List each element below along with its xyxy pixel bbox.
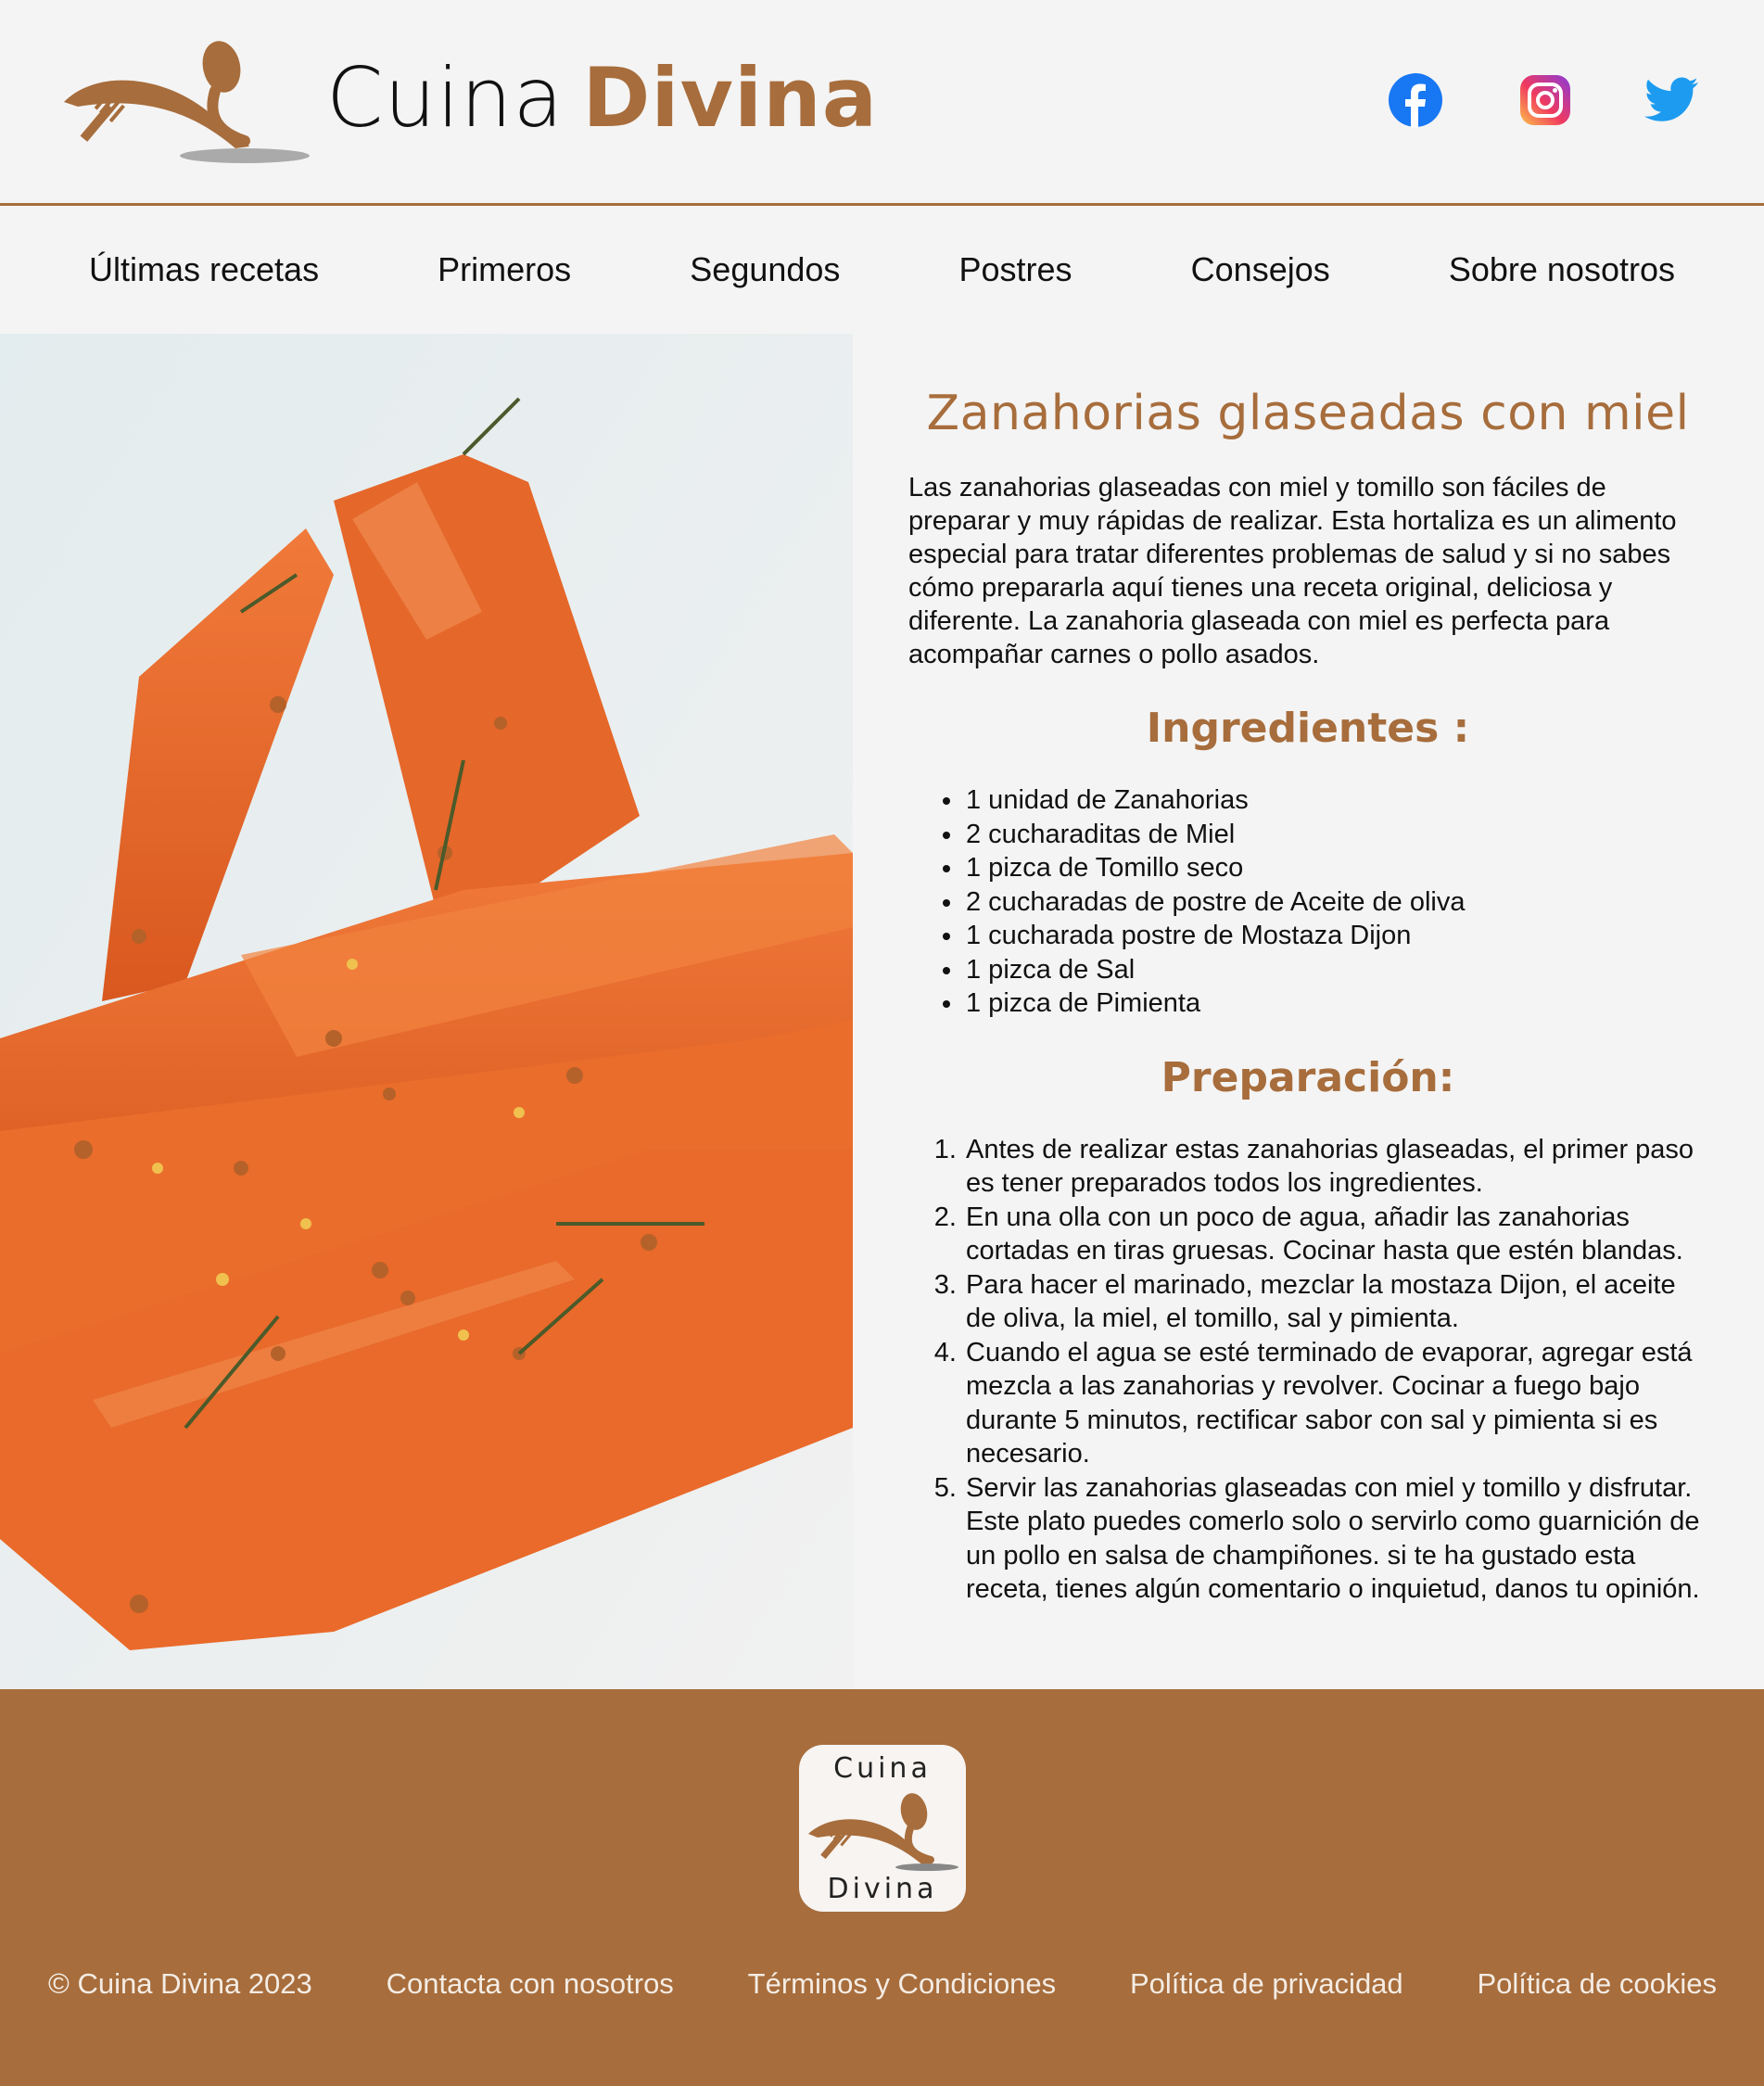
step-item: Para hacer el marinado, mezclar la mosta… — [964, 1268, 1707, 1336]
ingredients-heading: Ingredientes : — [1146, 705, 1470, 752]
ingredient-item: 2 cucharadas de postre de Aceite de oliv… — [964, 885, 1707, 920]
preparation-heading: Preparación: — [1161, 1053, 1455, 1101]
footer-links: © Cuina Divina 2023 Contacta con nosotro… — [48, 1967, 1717, 2001]
nav-item-segundos[interactable]: Segundos — [690, 250, 840, 289]
preparation-steps: Antes de realizar estas zanahorias glase… — [908, 1133, 1707, 1607]
instagram-icon[interactable] — [1517, 72, 1573, 128]
recipe-photo — [0, 334, 853, 1689]
recipe-section: Zanahorias glaseadas con miel Las zanaho… — [0, 334, 1764, 1689]
main-nav: Últimas recetas Primeros Segundos Postre… — [0, 206, 1764, 334]
step-item: En una olla con un poco de agua, añadir … — [964, 1201, 1707, 1268]
step-item: Cuando el agua se esté terminado de evap… — [964, 1336, 1707, 1471]
recipe-content: Zanahorias glaseadas con miel Las zanaho… — [908, 386, 1707, 1607]
step-item: Servir las zanahorias glaseadas con miel… — [964, 1471, 1707, 1607]
recipe-title: Zanahorias glaseadas con miel — [926, 386, 1690, 441]
logo-icon[interactable] — [59, 37, 319, 167]
facebook-icon[interactable] — [1388, 72, 1443, 128]
ingredient-item: 1 cucharada postre de Mostaza Dijon — [964, 919, 1707, 953]
recipe-intro: Las zanahorias glaseadas con miel y tomi… — [908, 473, 1677, 669]
ingredient-item: 1 pizca de Pimienta — [964, 986, 1707, 1021]
ingredient-item: 1 pizca de Sal — [964, 953, 1707, 987]
footer-link-privacidad[interactable]: Política de privacidad — [1130, 1967, 1403, 2001]
ingredient-item: 2 cucharaditas de Miel — [964, 818, 1707, 852]
footer-link-terminos[interactable]: Términos y Condiciones — [748, 1967, 1057, 2001]
ingredient-item: 1 unidad de Zanahorias — [964, 783, 1707, 818]
site-footer: Cuina Divina © Cuina Divina 2023 Contact… — [0, 1689, 1764, 2086]
nav-item-postres[interactable]: Postres — [959, 250, 1072, 289]
nav-item-primeros[interactable]: Primeros — [438, 250, 571, 289]
ingredient-item: 1 pizca de Tomillo seco — [964, 851, 1707, 885]
site-header: Cuina Divina — [0, 0, 1764, 206]
footer-logo[interactable]: Cuina Divina — [799, 1745, 966, 1912]
footer-logo-word-divina: Divina — [827, 1873, 938, 1905]
brand-word-divina: Divina — [582, 50, 879, 146]
step-item: Antes de realizar estas zanahorias glase… — [964, 1133, 1707, 1201]
footer-copyright: © Cuina Divina 2023 — [48, 1967, 312, 2000]
twitter-icon[interactable] — [1644, 72, 1700, 128]
footer-link-contacta[interactable]: Contacta con nosotros — [387, 1967, 674, 2001]
nav-item-sobre-nosotros[interactable]: Sobre nosotros — [1449, 250, 1675, 289]
brand-name[interactable]: Cuina Divina — [326, 57, 878, 139]
footer-link-cookies[interactable]: Política de cookies — [1478, 1967, 1717, 2001]
nav-item-consejos[interactable]: Consejos — [1191, 250, 1330, 289]
brand-word-cuina: Cuina — [326, 50, 565, 146]
spoon-fork-icon — [808, 1793, 958, 1871]
footer-logo-word-cuina: Cuina — [833, 1752, 932, 1785]
nav-item-ultimas-recetas[interactable]: Últimas recetas — [89, 250, 319, 289]
ingredients-list: 1 unidad de Zanahorias 2 cucharaditas de… — [908, 783, 1707, 1021]
